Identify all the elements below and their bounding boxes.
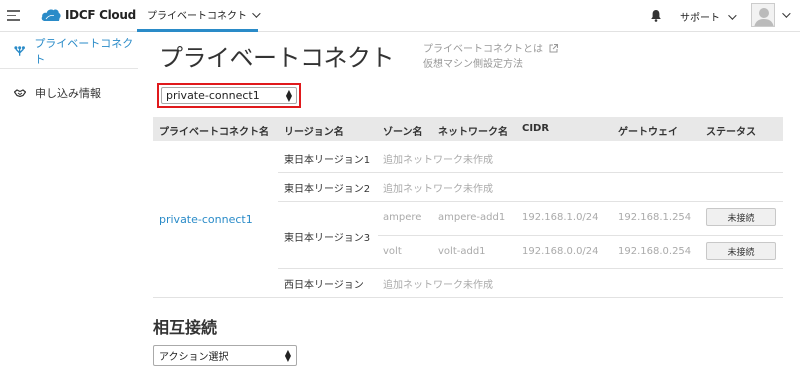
- chevron-down-icon: [252, 8, 261, 18]
- row-divider: [378, 235, 783, 236]
- connect-name-link[interactable]: private-connect1: [159, 213, 253, 226]
- status-button[interactable]: 未接続: [706, 242, 776, 260]
- col-region: リージョン名: [284, 127, 344, 138]
- region-name: 東日本リージョン3: [284, 233, 371, 244]
- connect-select[interactable]: private-connect1 ▲ ▼: [161, 87, 297, 104]
- help-link-about[interactable]: プライベートコネクトとは: [423, 42, 559, 57]
- sidebar-item-private-connect[interactable]: プライベートコネクト: [0, 33, 138, 69]
- tab-private-connect[interactable]: プライベートコネクト: [137, 0, 261, 32]
- network-name: volt-add1: [438, 246, 486, 257]
- region-name: 西日本リージョン: [284, 280, 364, 291]
- cidr-value: 192.168.1.0/24: [522, 212, 599, 223]
- support-menu[interactable]: サポート: [680, 9, 737, 24]
- page-title: プライベートコネクト: [159, 44, 395, 72]
- connect-select-highlight: private-connect1 ▲ ▼: [157, 83, 301, 108]
- network-icon: [14, 45, 25, 56]
- external-link-icon: [549, 44, 559, 53]
- cloud-logo-icon: [41, 9, 61, 21]
- network-name: ampere-add1: [438, 212, 506, 223]
- select-arrows-icon: ▲ ▼: [284, 347, 291, 363]
- section-title-interconnect: 相互接続: [153, 318, 218, 337]
- no-network-text: 追加ネットワーク未作成: [383, 280, 493, 291]
- zone-name: ampere: [383, 212, 422, 223]
- no-network-text: 追加ネットワーク未作成: [383, 155, 493, 166]
- select-arrows-icon: ▲ ▼: [285, 87, 292, 103]
- col-network: ネットワーク名: [438, 127, 508, 138]
- col-zone: ゾーン名: [383, 127, 423, 138]
- logo[interactable]: IDCF Cloud: [41, 7, 136, 22]
- connect-select-value: private-connect1: [166, 89, 260, 102]
- user-menu[interactable]: [751, 3, 791, 27]
- gateway-value: 192.168.0.254: [618, 246, 692, 257]
- row-divider: [278, 268, 783, 269]
- col-status: ステータス: [706, 127, 756, 138]
- help-links: プライベートコネクトとは 仮想マシン側設定方法: [423, 42, 559, 72]
- tab-label: プライベートコネクト: [147, 11, 247, 22]
- row-divider: [153, 297, 783, 298]
- sidebar-item-label: プライベートコネクト: [34, 36, 134, 66]
- region-name: 東日本リージョン2: [284, 184, 371, 195]
- logo-text: IDCF Cloud: [65, 7, 136, 22]
- support-label: サポート: [680, 13, 720, 24]
- user-icon: [754, 8, 774, 26]
- hamburger-menu-icon[interactable]: [7, 10, 20, 21]
- chevron-down-icon: [728, 10, 737, 20]
- top-bar: IDCF Cloud プライベートコネクト サポート: [0, 0, 800, 32]
- row-divider: [278, 172, 783, 173]
- region-name: 東日本リージョン1: [284, 155, 371, 166]
- sidebar: プライベートコネクト 申し込み情報: [0, 33, 138, 384]
- help-link-about-label: プライベートコネクトとは: [423, 44, 543, 55]
- sidebar-item-application-info[interactable]: 申し込み情報: [0, 75, 138, 111]
- handshake-icon: [14, 89, 26, 98]
- avatar: [751, 3, 775, 27]
- help-link-vm-setup[interactable]: 仮想マシン側設定方法: [423, 57, 558, 72]
- no-network-text: 追加ネットワーク未作成: [383, 184, 493, 195]
- cidr-value: 192.168.0.0/24: [522, 246, 599, 257]
- row-divider: [278, 201, 783, 202]
- col-gateway: ゲートウェイ: [618, 127, 678, 138]
- gateway-value: 192.168.1.254: [618, 212, 692, 223]
- action-select-value: アクション選択: [159, 352, 229, 363]
- sidebar-item-label: 申し込み情報: [35, 87, 101, 100]
- zone-name: volt: [383, 246, 402, 257]
- action-select[interactable]: アクション選択 ▲ ▼: [153, 345, 297, 366]
- bell-icon[interactable]: [650, 9, 662, 22]
- col-connect-name: プライベートコネクト名: [159, 127, 269, 138]
- col-cidr: CIDR: [522, 123, 550, 134]
- chevron-down-icon: [782, 9, 791, 18]
- table-header: プライベートコネクト名 リージョン名 ゾーン名 ネットワーク名 CIDR ゲート…: [153, 117, 783, 141]
- status-button[interactable]: 未接続: [706, 208, 776, 226]
